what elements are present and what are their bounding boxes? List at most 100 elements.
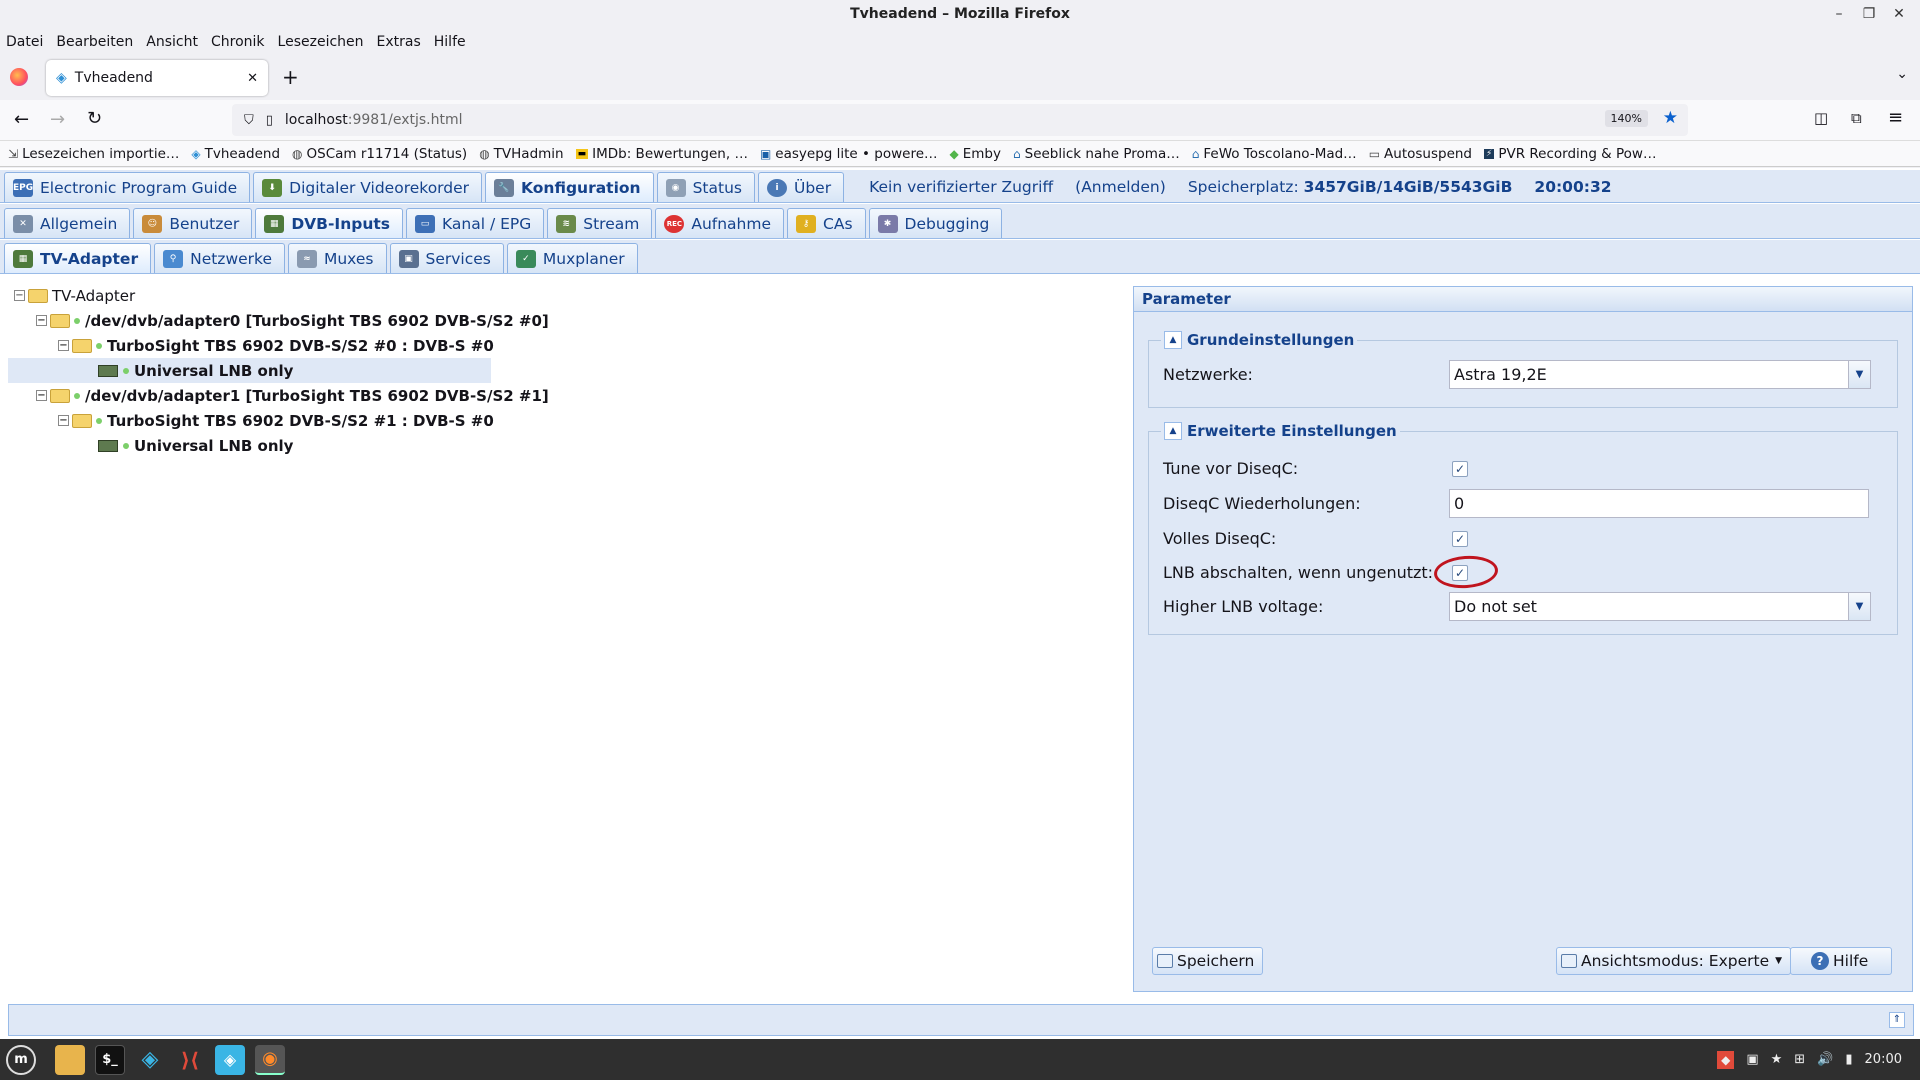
list-all-tabs-icon[interactable]: ⌄	[1896, 66, 1908, 82]
bookmark-emby[interactable]: ◆ Emby	[950, 146, 1001, 162]
forward-icon[interactable]: →	[50, 109, 65, 130]
tree-node-lnb0[interactable]: Universal LNB only	[8, 358, 491, 383]
bookmark-seeblick[interactable]: ⌂ Seeblick nahe Proma…	[1013, 146, 1180, 162]
firefox-taskbar-icon[interactable]: ◉	[255, 1044, 285, 1075]
tab-stream[interactable]: ≋ Stream	[547, 208, 653, 238]
app-menu-icon[interactable]: ≡	[1888, 107, 1903, 128]
extensions-icon[interactable]: ⧉	[1851, 109, 1862, 127]
tree-node-frontend1[interactable]: − TurboSight TBS 6902 DVB-S/S2 #1 : DVB-…	[58, 408, 494, 433]
bookmark-import[interactable]: ⇲ Lesezeichen importie…	[8, 146, 179, 162]
collapse-icon[interactable]: −	[36, 390, 47, 401]
bookmark-pvr[interactable]: ⚡ PVR Recording & Pow…	[1484, 146, 1656, 162]
menu-bearbeiten[interactable]: Bearbeiten	[56, 30, 133, 54]
tab-title: Tvheadend	[74, 70, 153, 86]
tab-muxplaner[interactable]: ✓ Muxplaner	[506, 243, 638, 273]
files-icon[interactable]	[55, 1044, 85, 1075]
diseqc-repeats-input[interactable]: 0	[1449, 489, 1869, 518]
menu-datei[interactable]: Datei	[6, 30, 43, 54]
tab-status[interactable]: ◉ Status	[656, 172, 755, 202]
collapse-icon[interactable]: −	[58, 340, 69, 351]
kodi-alt-icon[interactable]: ◈	[215, 1044, 245, 1075]
new-tab-icon[interactable]: +	[282, 65, 299, 89]
tab-services[interactable]: ▣ Services	[389, 243, 504, 273]
bookmark-fewo[interactable]: ⌂ FeWo Toscolano-Mad…	[1192, 146, 1357, 162]
bookmark-autosuspend[interactable]: ▭ Autosuspend	[1369, 146, 1472, 162]
bookmark-easyepg[interactable]: ▣ easyepg lite • powere…	[760, 146, 938, 162]
tree-node-adapter0[interactable]: − /dev/dvb/adapter0 [TurboSight TBS 6902…	[36, 308, 549, 333]
bookmark-star-icon[interactable]: ★	[1663, 108, 1678, 128]
fieldset-legend-basic[interactable]: ▲ Grundeinstellungen	[1161, 331, 1358, 349]
collapse-up-icon[interactable]: ▲	[1164, 422, 1182, 440]
tab-allgemein[interactable]: ✕ Allgemein	[4, 208, 131, 238]
firefox-view-icon[interactable]	[10, 68, 28, 86]
tab-benutzer[interactable]: ☺ Benutzer	[133, 208, 253, 238]
clipboard-icon[interactable]: ▣	[1746, 1052, 1758, 1067]
view-mode-button[interactable]: Ansichtsmodus: Experte ▼	[1556, 947, 1792, 975]
pocket-icon[interactable]: ◫	[1814, 109, 1828, 127]
tab-muxes[interactable]: ≈ Muxes	[287, 243, 387, 273]
network-icon[interactable]: ⊞	[1794, 1052, 1805, 1067]
collapse-icon[interactable]: −	[36, 315, 47, 326]
networks-select[interactable]: Astra 19,2E ▼	[1449, 360, 1871, 389]
collapse-icon[interactable]: −	[58, 415, 69, 426]
clock[interactable]: 20:00	[1865, 1052, 1902, 1067]
higher-voltage-select[interactable]: Do not set ▼	[1449, 592, 1871, 621]
tab-cas[interactable]: ⚷ CAs	[787, 208, 866, 238]
tree-node-root[interactable]: − TV-Adapter	[14, 283, 135, 308]
tab-kanal-epg[interactable]: ▭ Kanal / EPG	[406, 208, 545, 238]
fieldset-legend-advanced[interactable]: ▲ Erweiterte Einstellungen	[1161, 422, 1400, 440]
volume-icon[interactable]: 🔊	[1817, 1052, 1833, 1067]
browser-tab-tvheadend[interactable]: ◈ Tvheadend ✕	[46, 60, 268, 96]
tab-ueber[interactable]: i Über	[758, 172, 845, 202]
bookmark-tvhadmin[interactable]: ◍ TVHadmin	[479, 146, 563, 162]
chevron-down-icon[interactable]: ▼	[1848, 361, 1870, 388]
mint-menu-icon[interactable]: m	[6, 1044, 36, 1075]
menu-extras[interactable]: Extras	[377, 30, 421, 54]
star-tray-icon[interactable]: ★	[1771, 1052, 1783, 1067]
tab-konfiguration[interactable]: 🔧 Konfiguration	[485, 172, 654, 202]
tab-epg[interactable]: EPG Electronic Program Guide	[4, 172, 251, 202]
menu-chronik[interactable]: Chronik	[211, 30, 265, 54]
terminal-icon[interactable]: $_	[95, 1044, 125, 1075]
reload-icon[interactable]: ↻	[87, 108, 102, 129]
anydesk-tray-icon[interactable]: ◆	[1717, 1050, 1735, 1069]
tab-tv-adapter[interactable]: ▦ TV-Adapter	[4, 243, 152, 273]
anydesk-icon[interactable]: ⟩⟨	[175, 1045, 205, 1075]
url-bar[interactable]: ⛉ ▯ localhost :9981/extjs.html 140% ★	[232, 104, 1688, 136]
bookmark-tvheadend[interactable]: ◈ Tvheadend	[191, 146, 280, 162]
bookmark-oscam[interactable]: ◍ OSCam r11714 (Status)	[292, 146, 467, 162]
folder-icon	[72, 413, 92, 428]
menu-hilfe[interactable]: Hilfe	[434, 30, 466, 54]
tab-dvb-inputs[interactable]: ▦ DVB-Inputs	[255, 208, 403, 238]
bookmark-imdb[interactable]: ▬ IMDb: Bewertungen, …	[575, 146, 748, 162]
zoom-indicator[interactable]: 140%	[1604, 110, 1648, 127]
expand-up-icon[interactable]: ⇑	[1889, 1012, 1905, 1028]
minimize-icon[interactable]: –	[1826, 0, 1852, 30]
tab-dvr[interactable]: ⬇ Digitaler Videorekorder	[253, 172, 483, 202]
close-window-icon[interactable]: ✕	[1886, 0, 1912, 30]
login-link[interactable]: (Anmelden)	[1075, 172, 1166, 202]
save-icon	[1157, 954, 1173, 968]
tree-node-lnb1[interactable]: Universal LNB only	[98, 433, 293, 458]
save-button[interactable]: Speichern	[1152, 947, 1264, 975]
tab-netzwerke[interactable]: ⚲ Netzwerke	[154, 243, 285, 273]
chevron-down-icon[interactable]: ▼	[1848, 593, 1870, 620]
tree-node-adapter1[interactable]: − /dev/dvb/adapter1 [TurboSight TBS 6902…	[36, 383, 549, 408]
page-icon: ▯	[265, 112, 273, 128]
back-icon[interactable]: ←	[14, 109, 29, 130]
collapse-icon[interactable]: −	[14, 290, 25, 301]
close-tab-icon[interactable]: ✕	[247, 71, 258, 86]
tab-debugging[interactable]: ✱ Debugging	[868, 208, 1003, 238]
tree-node-frontend0[interactable]: − TurboSight TBS 6902 DVB-S/S2 #0 : DVB-…	[58, 333, 494, 358]
full-diseqc-checkbox[interactable]: ✓	[1452, 531, 1468, 547]
menu-ansicht[interactable]: Ansicht	[146, 30, 198, 54]
battery-icon[interactable]: ▮	[1845, 1052, 1852, 1067]
tab-aufnahme[interactable]: REC Aufnahme	[655, 208, 785, 238]
help-button[interactable]: ? Hilfe	[1790, 947, 1892, 975]
collapse-up-icon[interactable]: ▲	[1164, 331, 1182, 349]
tune-before-diseqc-checkbox[interactable]: ✓	[1452, 461, 1468, 477]
maximize-icon[interactable]: ❐	[1856, 0, 1882, 30]
kodi-icon[interactable]: ◈	[135, 1045, 165, 1075]
calendar-icon: ✓	[515, 249, 536, 268]
menu-lesezeichen[interactable]: Lesezeichen	[278, 30, 364, 54]
